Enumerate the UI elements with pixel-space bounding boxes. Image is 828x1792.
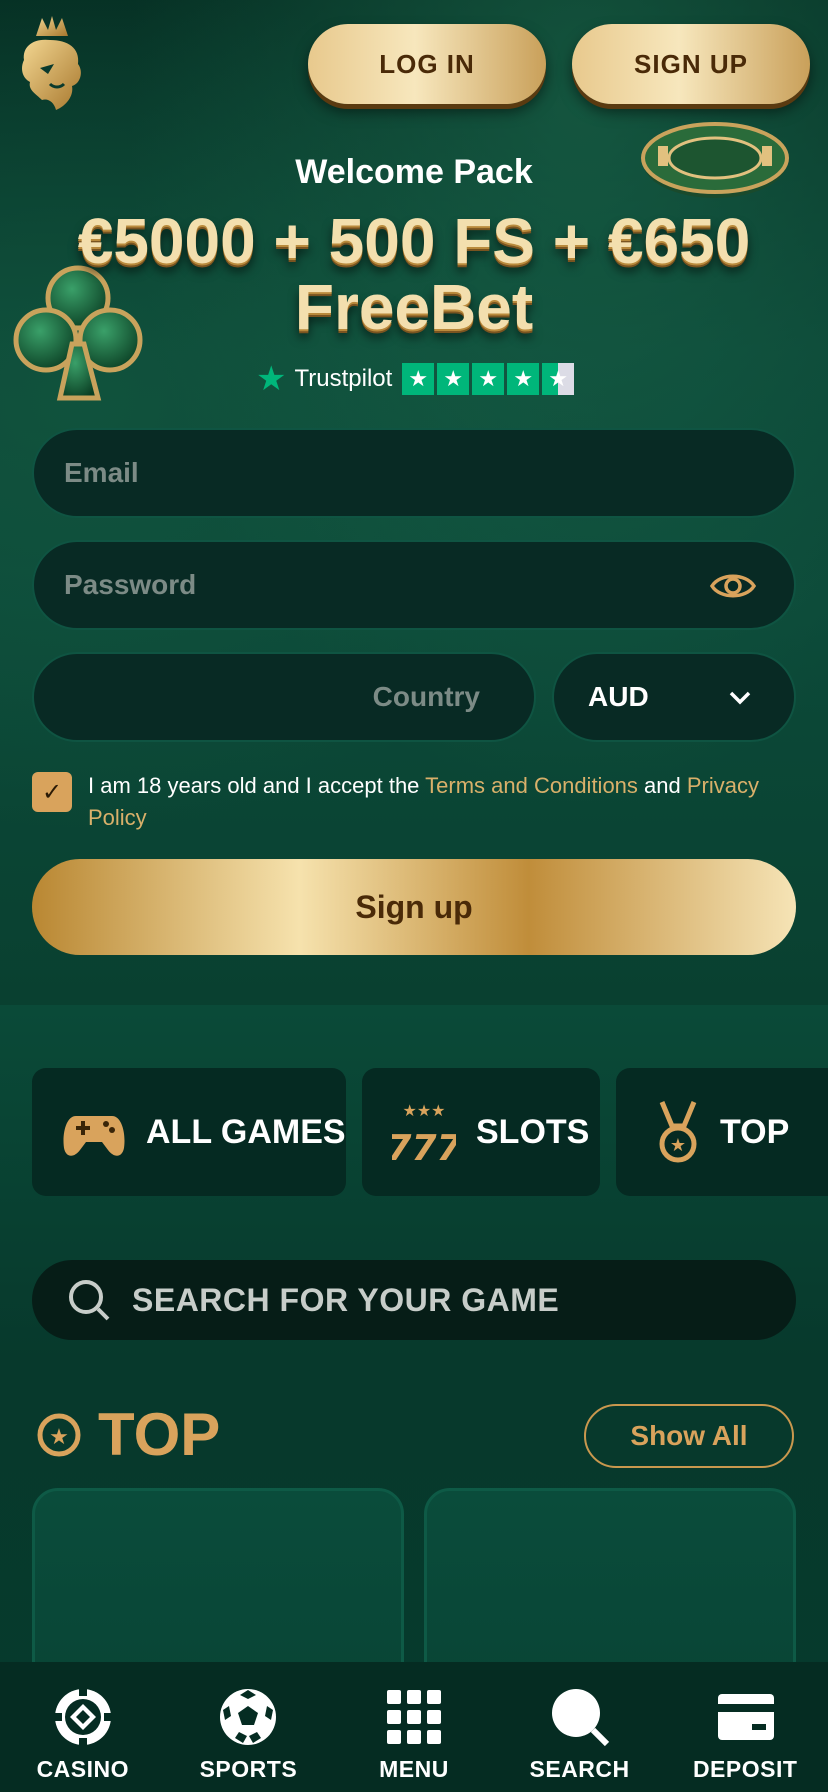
password-field[interactable] (32, 540, 796, 630)
svg-text:★★★: ★★★ (402, 1101, 445, 1120)
currency-value: AUD (588, 681, 649, 712)
agree-checkbox[interactable]: ✓ (32, 772, 72, 812)
top-section-header: ★ TOP (36, 1400, 220, 1469)
agree-text: I am 18 years old and I accept the Terms… (88, 770, 788, 834)
currency-select[interactable]: AUD (552, 652, 796, 742)
gamepad-icon (63, 1116, 125, 1156)
nav-label: DEPOSIT (692, 1756, 798, 1782)
category-label: SLOTS (476, 1112, 590, 1151)
bottom-navigation: CASINO SPORTS MENU SEARCH DEPOSIT (0, 1662, 828, 1792)
terms-link[interactable]: Terms and Conditions (425, 773, 638, 798)
nav-label: CASINO (36, 1756, 130, 1782)
nav-menu[interactable]: MENU (331, 1662, 497, 1792)
soccer-ball-icon (220, 1689, 277, 1745)
signup-header-button[interactable]: SIGN UP (572, 24, 810, 104)
category-all-games[interactable]: ALL GAMES (32, 1068, 346, 1196)
nav-deposit[interactable]: DEPOSIT (662, 1662, 828, 1792)
email-input[interactable] (34, 457, 794, 489)
top-section-title: TOP (98, 1401, 221, 1468)
game-search-bar[interactable]: SEARCH FOR YOUR GAME (32, 1260, 796, 1340)
nav-label: MENU (379, 1756, 449, 1782)
half-star-icon: ★ (542, 363, 575, 395)
svg-text:★: ★ (49, 1425, 69, 1450)
email-field[interactable] (32, 428, 796, 518)
category-slots[interactable]: ★★★ 777 SLOTS (362, 1068, 600, 1196)
nav-casino[interactable]: CASINO (0, 1662, 166, 1792)
casino-chip-icon (53, 1688, 112, 1746)
search-icon (551, 1689, 609, 1747)
nav-sports[interactable]: SPORTS (166, 1662, 332, 1792)
777-icon: ★★★ 777 (392, 1101, 456, 1164)
country-placeholder: Country (372, 681, 480, 712)
lion-logo[interactable] (14, 14, 90, 114)
category-label: ALL GAMES (146, 1112, 346, 1151)
trustpilot-star-icon: ★ (256, 360, 287, 398)
chevron-down-icon (729, 691, 751, 705)
signup-submit-button[interactable]: Sign up (32, 859, 796, 955)
star-icon: ★ (402, 363, 435, 395)
category-label: TOP (720, 1112, 790, 1151)
search-icon (69, 1280, 110, 1321)
grid-menu-icon (386, 1690, 441, 1744)
eye-icon[interactable] (710, 569, 756, 603)
trustpilot-stars: ★ ★ ★ ★ ★ (402, 363, 575, 395)
star-icon: ★ (437, 363, 470, 395)
login-button[interactable]: LOG IN (308, 24, 546, 104)
nav-search[interactable]: SEARCH (497, 1662, 663, 1792)
agree-prefix: I am 18 years old and I accept the (88, 773, 426, 798)
trustpilot-rating: ★ Trustpilot ★ ★ ★ ★ ★ (256, 360, 575, 398)
star-icon: ★ (472, 363, 505, 395)
search-placeholder: SEARCH FOR YOUR GAME (132, 1281, 560, 1318)
star-icon: ★ (507, 363, 540, 395)
trustpilot-label: Trustpilot (294, 365, 393, 392)
category-top[interactable]: ★ TOP (616, 1068, 828, 1196)
password-input[interactable] (34, 569, 794, 601)
nav-label: SEARCH (529, 1756, 630, 1782)
svg-text:★: ★ (670, 1135, 686, 1156)
svg-text:777: 777 (392, 1128, 456, 1164)
nav-label: SPORTS (199, 1756, 298, 1782)
card-icon (718, 1694, 775, 1740)
bonus-headline: €5000 + 500 FS + €650 FreeBet (77, 205, 751, 343)
medal-icon: ★ (659, 1101, 697, 1163)
country-field[interactable]: Country (32, 652, 536, 742)
welcome-pack-label: Welcome Pack (295, 153, 533, 191)
agree-and: and (637, 773, 687, 798)
show-all-button[interactable]: Show All (584, 1404, 794, 1468)
star-circle-icon: ★ (37, 1413, 81, 1456)
